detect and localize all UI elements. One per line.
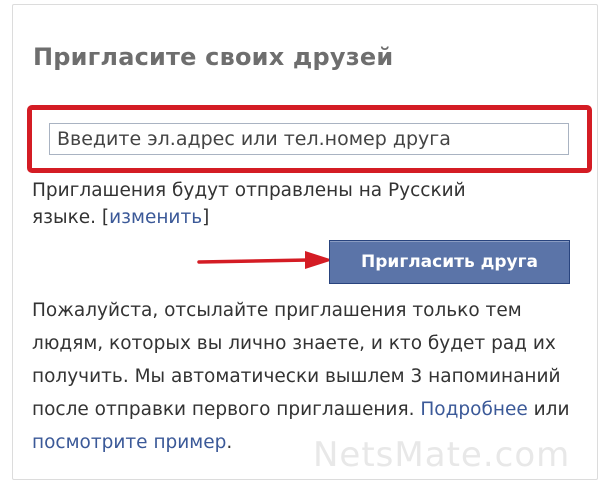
highlight-frame [27, 105, 592, 173]
invite-friend-button[interactable]: Пригласить друга [329, 240, 570, 284]
info-separator: или [533, 399, 570, 420]
arrow-right-icon [197, 251, 333, 269]
language-note-text: Приглашения будут отправлены на Русский … [32, 180, 466, 228]
invite-friends-panel: Пригласите своих друзей Приглашения буду… [12, 4, 598, 480]
change-language-link[interactable]: изменить [109, 207, 202, 228]
example-link[interactable]: посмотрите пример [32, 432, 226, 453]
watermark: NetsMate.com [313, 435, 571, 475]
learn-more-link[interactable]: Подробнее [420, 399, 527, 420]
info-trailing: . [226, 432, 233, 453]
friend-contact-input[interactable] [49, 123, 569, 155]
language-note: Приглашения будут отправлены на Русский … [32, 177, 502, 231]
bracket-close: ] [202, 207, 210, 228]
panel-title: Пригласите своих друзей [33, 43, 394, 71]
